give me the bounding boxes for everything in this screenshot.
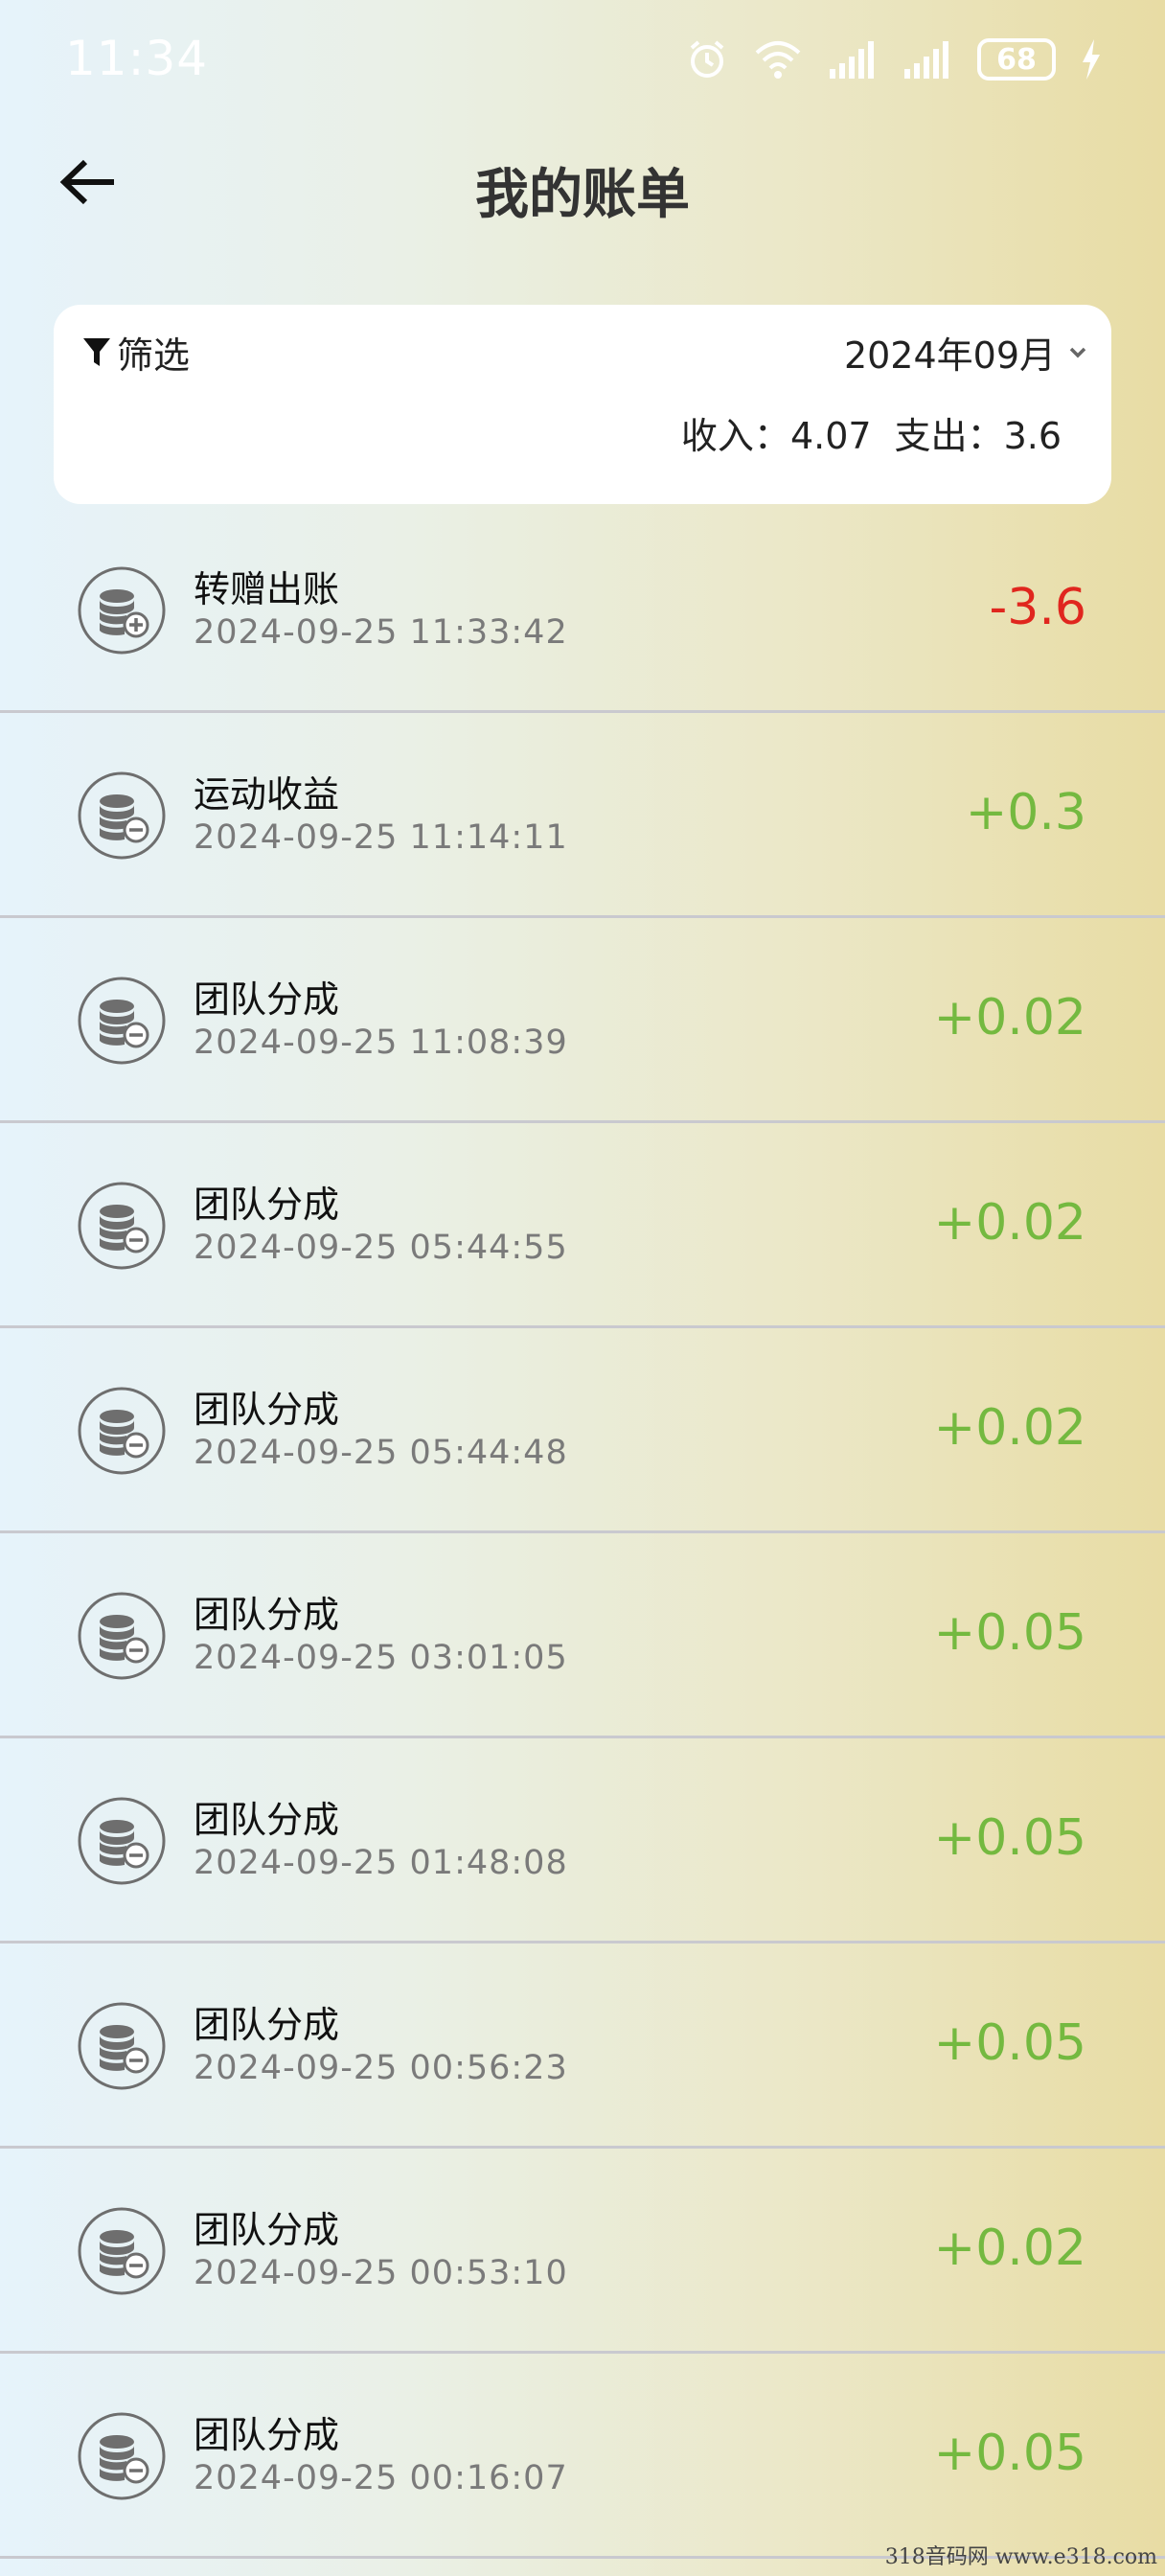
table-row[interactable]: 团队分成 2024-09-25 00:56:23 +0.05 (0, 1944, 1165, 2149)
charging-icon (1083, 39, 1100, 80)
transaction-amount: +0.02 (933, 1399, 1086, 1457)
battery-icon: 68 (977, 38, 1056, 80)
transaction-amount: +0.05 (933, 2425, 1086, 2482)
filter-icon (83, 337, 110, 366)
transaction-time: 2024-09-25 03:01:05 (194, 1639, 568, 1677)
coins-minus-icon (78, 1797, 166, 1885)
transaction-amount: +0.02 (933, 2220, 1086, 2277)
transaction-amount: +0.05 (933, 1809, 1086, 1867)
transaction-title: 团队分成 (194, 2209, 340, 2251)
status-icons: 68 (686, 34, 1102, 84)
transaction-amount: +0.05 (933, 2014, 1086, 2072)
page-title: 我的账单 (475, 164, 690, 226)
transaction-list: 转赠出账 2024-09-25 11:33:42 -3.6 运动收益 2024-… (0, 508, 1165, 2559)
filter-button[interactable]: 筛选 (82, 326, 190, 379)
table-row[interactable]: 团队分成 2024-09-25 00:53:10 +0.02 (0, 2149, 1165, 2354)
filter-label: 筛选 (117, 334, 191, 377)
transaction-title: 团队分成 (194, 1594, 340, 1636)
table-row[interactable]: 团队分成 2024-09-25 05:44:55 +0.02 (0, 1123, 1165, 1328)
transaction-amount: +0.02 (933, 1194, 1086, 1252)
table-row[interactable]: 团队分成 2024-09-25 11:08:39 +0.02 (0, 918, 1165, 1123)
income-value: 4.07 (789, 415, 872, 457)
expense-label: 支出： (894, 415, 1004, 457)
coins-minus-icon (78, 2412, 166, 2500)
transaction-title: 团队分成 (194, 1389, 340, 1431)
transaction-time: 2024-09-25 01:48:08 (194, 1844, 568, 1882)
transaction-time: 2024-09-25 05:44:48 (194, 1434, 568, 1472)
battery-level: 68 (996, 42, 1037, 77)
transaction-time: 2024-09-25 11:33:42 (194, 613, 568, 652)
transaction-title: 转赠出账 (194, 568, 340, 610)
signal-icon (830, 41, 874, 79)
month-select[interactable]: 2024年09月 (844, 326, 1088, 379)
income-label: 收入： (680, 415, 790, 457)
table-row[interactable]: 转赠出账 2024-09-25 11:33:42 -3.6 (0, 508, 1165, 713)
transaction-amount: +0.05 (933, 1604, 1086, 1662)
transaction-amount: -3.6 (989, 579, 1086, 636)
table-row[interactable]: 运动收益 2024-09-25 11:14:11 +0.3 (0, 713, 1165, 918)
coins-minus-icon (78, 977, 166, 1065)
expense-value: 3.6 (1003, 415, 1062, 457)
coins-plus-icon (78, 566, 166, 655)
transaction-title: 团队分成 (194, 1184, 340, 1226)
transaction-time: 2024-09-25 00:56:23 (194, 2049, 568, 2087)
coins-minus-icon (78, 771, 166, 860)
signal-icon (904, 41, 948, 79)
coins-minus-icon (78, 2207, 166, 2295)
status-time: 11:34 (65, 31, 209, 86)
coins-minus-icon (78, 1592, 166, 1680)
transaction-time: 2024-09-25 11:08:39 (194, 1024, 568, 1062)
income-summary: 收入：4.07 (681, 406, 872, 459)
transaction-title: 团队分成 (194, 2004, 340, 2046)
summary: 收入：4.07 支出：3.6 (681, 406, 1062, 459)
header: 我的账单 (0, 134, 1165, 240)
table-row[interactable]: 团队分成 2024-09-25 00:16:07 +0.05 (0, 2354, 1165, 2559)
transaction-time: 2024-09-25 00:53:10 (194, 2254, 568, 2292)
transaction-title: 运动收益 (194, 773, 340, 816)
transaction-time: 2024-09-25 00:16:07 (194, 2459, 568, 2497)
transaction-title: 团队分成 (194, 978, 340, 1021)
coins-minus-icon (78, 1387, 166, 1475)
alarm-icon (690, 40, 724, 78)
transaction-amount: +0.02 (933, 989, 1086, 1046)
chevron-down-icon (1069, 347, 1086, 357)
month-value: 2024年09月 (843, 334, 1056, 377)
table-row[interactable]: 团队分成 2024-09-25 03:01:05 +0.05 (0, 1533, 1165, 1738)
filter-card: 筛选 2024年09月 收入：4.07 支出：3.6 (54, 305, 1111, 504)
wifi-icon (755, 41, 801, 79)
table-row[interactable]: 团队分成 2024-09-25 01:48:08 +0.05 (0, 1738, 1165, 1944)
transaction-time: 2024-09-25 05:44:55 (194, 1229, 568, 1267)
coins-minus-icon (78, 2002, 166, 2090)
coins-minus-icon (78, 1182, 166, 1270)
transaction-title: 团队分成 (194, 2414, 340, 2456)
transaction-amount: +0.3 (965, 784, 1086, 841)
expense-summary: 支出：3.6 (895, 406, 1062, 459)
watermark: 318音码网 www.e318.com (884, 2545, 1157, 2569)
transaction-title: 团队分成 (194, 1799, 340, 1841)
transaction-time: 2024-09-25 11:14:11 (194, 818, 568, 857)
table-row[interactable]: 团队分成 2024-09-25 05:44:48 +0.02 (0, 1328, 1165, 1533)
status-bar: 11:34 68 (0, 0, 1165, 115)
